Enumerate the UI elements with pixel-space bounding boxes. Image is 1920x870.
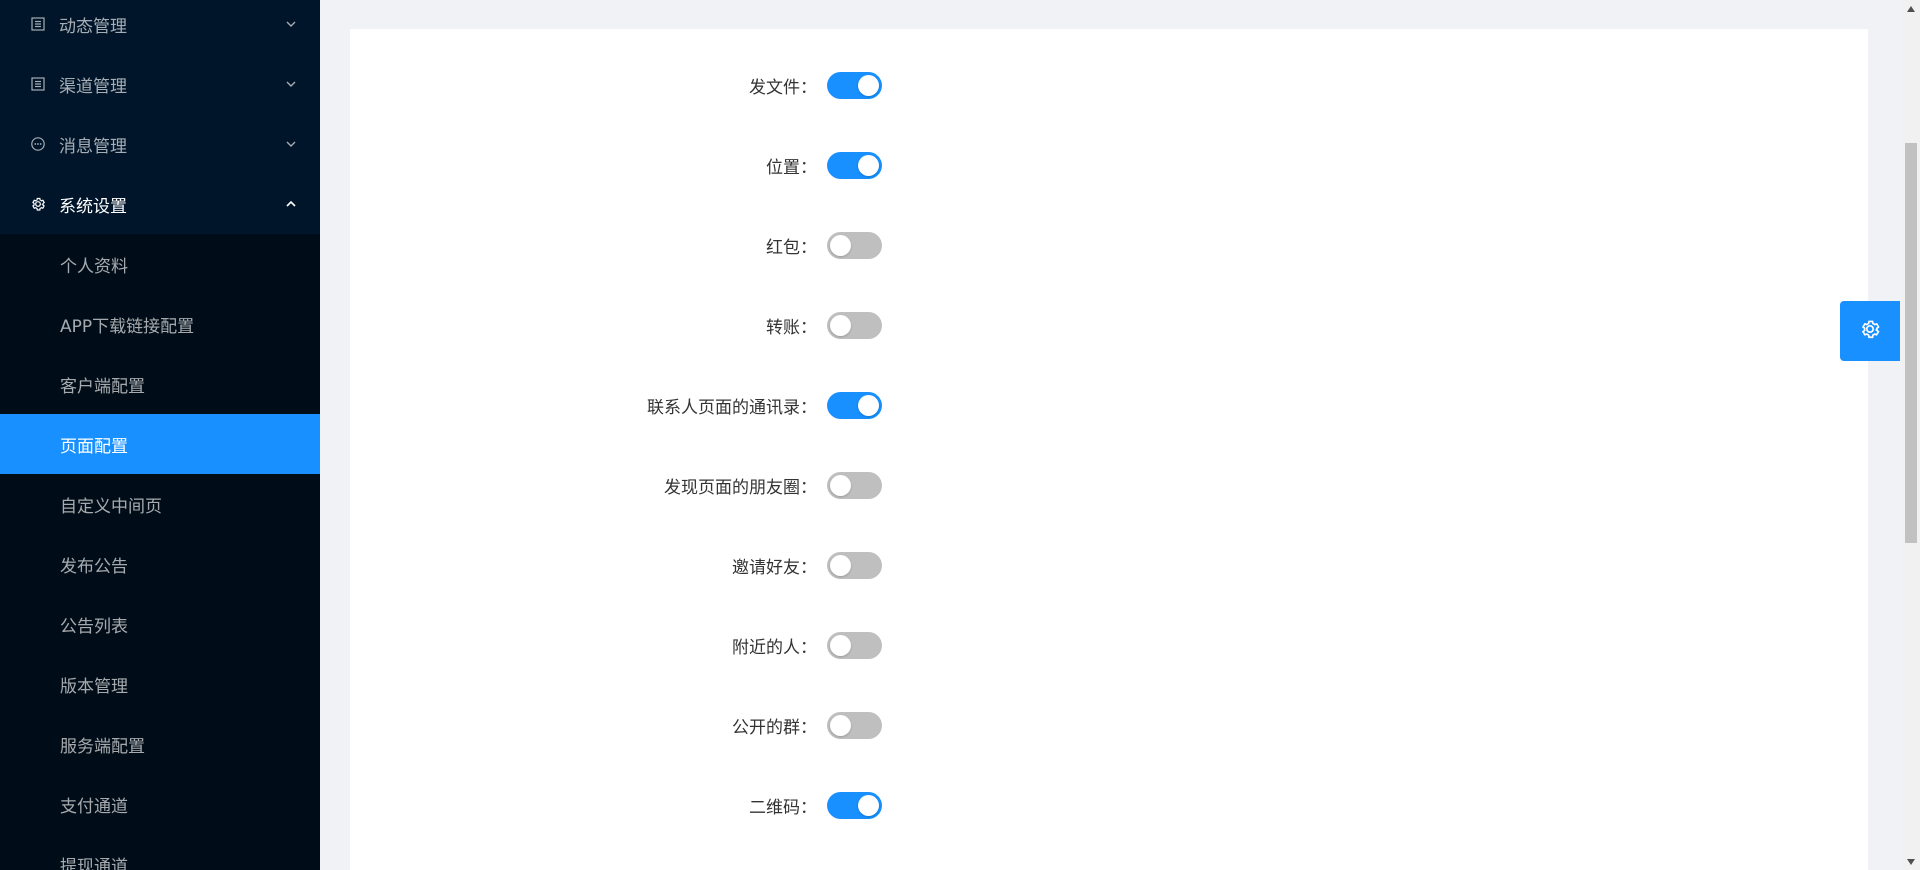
page-scrollbar[interactable] — [1902, 0, 1920, 870]
form-colon: ： — [800, 477, 817, 498]
sidebar-item-app-download-link[interactable]: APP下载链接配置 — [0, 294, 320, 354]
form-label: 二维码 — [749, 797, 800, 818]
form-label: 位置 — [766, 157, 800, 178]
sidebar-item-announcement-list[interactable]: 公告列表 — [0, 594, 320, 654]
form-colon: ： — [800, 717, 817, 738]
form-colon: ： — [800, 397, 817, 418]
form-row-red-packet: 红包： — [350, 225, 882, 265]
sidebar-item-label: 发布公告 — [60, 556, 128, 577]
switch-knob — [858, 394, 879, 416]
switch-knob — [830, 314, 851, 336]
form-label: 公开的群 — [732, 717, 800, 738]
sidebar-item-publish-announcement[interactable]: 发布公告 — [0, 534, 320, 594]
scroll-up-arrow-icon[interactable] — [1902, 0, 1920, 17]
gear-icon — [1859, 318, 1881, 344]
scrollbar-thumb[interactable] — [1905, 143, 1917, 543]
theme-settings-button[interactable] — [1840, 301, 1900, 361]
switch-invite-friends[interactable] — [827, 551, 882, 579]
sidebar-item-profile[interactable]: 个人资料 — [0, 234, 320, 294]
form-row-location: 位置： — [350, 145, 882, 185]
form-label: 发文件 — [749, 77, 800, 98]
chevron-down-icon — [284, 137, 298, 151]
sidebar-item-label: 服务端配置 — [60, 736, 145, 757]
sidebar-item-label: 动态管理 — [59, 16, 127, 37]
sidebar-item-label: 提现通道 — [60, 856, 128, 870]
form-label: 邀请好友 — [732, 557, 800, 578]
sidebar-item-system-settings[interactable]: 系统设置 — [0, 174, 320, 234]
switch-contacts-address-book[interactable] — [827, 391, 882, 419]
sidebar-item-page-config[interactable]: 页面配置 — [0, 414, 320, 474]
switch-knob — [830, 474, 851, 496]
form-row-transfer: 转账： — [350, 305, 882, 345]
sidebar-item-payment-channel[interactable]: 支付通道 — [0, 774, 320, 834]
form-colon: ： — [800, 317, 817, 338]
chat-icon — [29, 135, 47, 153]
switch-qr-code[interactable] — [827, 791, 882, 819]
form-label: 联系人页面的通讯录 — [647, 397, 800, 418]
sidebar-item-label: 自定义中间页 — [60, 496, 162, 517]
sidebar-item-withdraw-channel[interactable]: 提现通道 — [0, 834, 320, 870]
switch-send-file[interactable] — [827, 71, 882, 99]
form-label: 发现页面的朋友圈 — [664, 477, 800, 498]
sidebar-item-label: 渠道管理 — [59, 76, 127, 97]
switch-knob — [858, 794, 879, 816]
form-colon: ： — [800, 237, 817, 258]
form-row-contacts-address-book: 联系人页面的通讯录： — [350, 385, 882, 425]
switch-knob — [858, 74, 879, 96]
sidebar-item-message[interactable]: 消息管理 — [0, 114, 320, 174]
form-colon: ： — [800, 637, 817, 658]
sidebar-item-dynamic[interactable]: 动态管理 — [0, 0, 320, 54]
form-colon: ： — [800, 797, 817, 818]
list-icon — [29, 75, 47, 93]
gear-icon — [29, 195, 47, 213]
switch-discover-moments[interactable] — [827, 471, 882, 499]
chevron-down-icon — [284, 77, 298, 91]
chevron-down-icon — [284, 17, 298, 31]
switch-knob — [830, 554, 851, 576]
sidebar-item-label: 客户端配置 — [60, 376, 145, 397]
form-colon: ： — [800, 157, 817, 178]
switch-knob — [858, 154, 879, 176]
sidebar-item-label: 支付通道 — [60, 796, 128, 817]
switch-transfer[interactable] — [827, 311, 882, 339]
system-settings-submenu: 个人资料 APP下载链接配置 客户端配置 页面配置 自定义中间页 发布公告 公告… — [0, 234, 320, 870]
sidebar-item-label: 系统设置 — [59, 196, 127, 217]
switch-location[interactable] — [827, 151, 882, 179]
sidebar-item-server-config[interactable]: 服务端配置 — [0, 714, 320, 774]
form-row-send-file: 发文件： — [350, 65, 882, 105]
form-label: 转账 — [766, 317, 800, 338]
sidebar-item-label: 公告列表 — [60, 616, 128, 637]
form-row-nearby-people: 附近的人： — [350, 625, 882, 665]
form-row-invite-friends: 邀请好友： — [350, 545, 882, 585]
chevron-up-icon — [284, 197, 298, 211]
sidebar-item-custom-middle-page[interactable]: 自定义中间页 — [0, 474, 320, 534]
sidebar-item-channel[interactable]: 渠道管理 — [0, 54, 320, 114]
switch-nearby-people[interactable] — [827, 631, 882, 659]
sidebar-item-label: 消息管理 — [59, 136, 127, 157]
form-colon: ： — [800, 557, 817, 578]
scroll-down-arrow-icon[interactable] — [1902, 853, 1920, 870]
sidebar-item-label: 个人资料 — [60, 256, 128, 277]
sidebar-item-label: APP下载链接配置 — [60, 316, 195, 337]
switch-public-groups[interactable] — [827, 711, 882, 739]
switch-knob — [830, 634, 851, 656]
form-row-qr-code: 二维码： — [350, 785, 882, 825]
switch-red-packet[interactable] — [827, 231, 882, 259]
form-colon: ： — [800, 77, 817, 98]
list-icon — [29, 15, 47, 33]
form-label: 附近的人 — [732, 637, 800, 658]
form-label: 红包 — [766, 237, 800, 258]
form-row-discover-moments: 发现页面的朋友圈： — [350, 465, 882, 505]
app-root: 动态管理 渠道管理 消息管理 系统设置 个人资料 APP下载链接配置 客户端配置… — [0, 0, 1920, 870]
switch-knob — [830, 714, 851, 736]
form-row-public-groups: 公开的群： — [350, 705, 882, 745]
page-config-form: 发文件： 位置： 红包： 转账： 联系人页面的通讯录： 发现页面的朋友圈： 邀请… — [350, 29, 1868, 870]
sidebar-item-client-config[interactable]: 客户端配置 — [0, 354, 320, 414]
sidebar: 动态管理 渠道管理 消息管理 系统设置 个人资料 APP下载链接配置 客户端配置… — [0, 0, 320, 870]
sidebar-item-version-management[interactable]: 版本管理 — [0, 654, 320, 714]
sidebar-item-label: 版本管理 — [60, 676, 128, 697]
sidebar-item-label: 页面配置 — [60, 436, 128, 457]
switch-knob — [830, 234, 851, 256]
